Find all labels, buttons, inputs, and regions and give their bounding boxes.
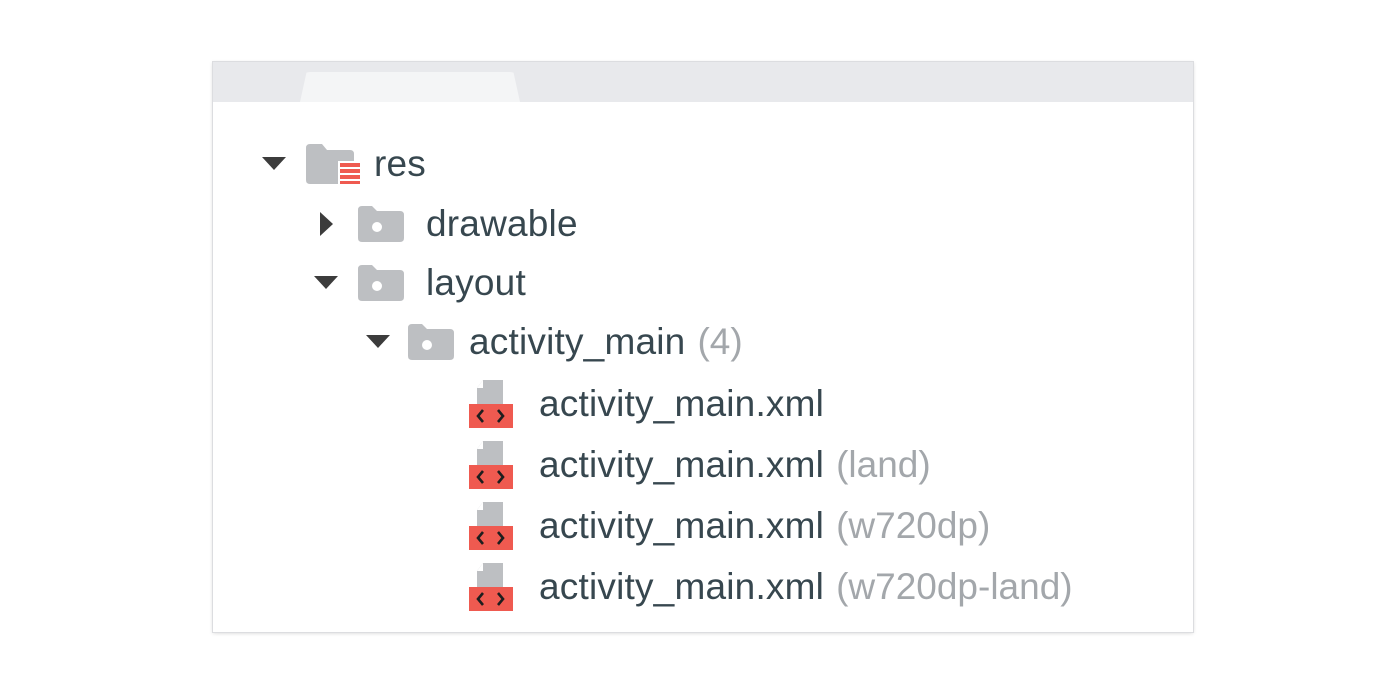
tree-item-label: activity_main: [469, 321, 686, 362]
tree-item-file[interactable]: activity_main.xml (w720dp-land): [469, 563, 1073, 611]
tree-item-file[interactable]: activity_main.xml: [469, 380, 836, 428]
tree-item-label: drawable: [426, 203, 578, 244]
xml-file-icon: [469, 502, 513, 550]
tree-item-label: layout: [426, 262, 526, 303]
file-qualifier: (land): [836, 444, 931, 485]
xml-file-icon: [469, 441, 513, 489]
xml-file-icon: [469, 380, 513, 428]
tree-item-label: activity_main.xml: [539, 566, 825, 607]
tree-item-activity-main[interactable]: activity_main (4): [366, 318, 743, 366]
expand-arrow-down-icon[interactable]: [366, 330, 390, 354]
expand-arrow-right-icon[interactable]: [314, 212, 338, 236]
file-qualifier: (w720dp): [836, 505, 991, 546]
tree-item-label: activity_main.xml: [539, 505, 825, 546]
tree-item-file[interactable]: activity_main.xml (w720dp): [469, 502, 990, 550]
tab-project[interactable]: [300, 72, 520, 102]
tree-item-label: activity_main.xml: [539, 383, 825, 424]
tree-item-label: res: [374, 143, 426, 184]
folder-icon: [358, 206, 404, 242]
file-qualifier: (w720dp-land): [836, 566, 1073, 607]
tab-bar: [213, 62, 1193, 102]
file-count-badge: (4): [697, 321, 743, 362]
folder-icon: [408, 324, 454, 360]
resource-folder-icon: [306, 144, 360, 184]
xml-file-icon: [469, 563, 513, 611]
tree-item-res[interactable]: res: [262, 140, 426, 188]
folder-icon: [358, 265, 404, 301]
tree-item-label: activity_main.xml: [539, 444, 825, 485]
tree-item-drawable[interactable]: drawable: [314, 200, 578, 248]
tree-item-file[interactable]: activity_main.xml (land): [469, 441, 931, 489]
expand-arrow-down-icon[interactable]: [262, 152, 286, 176]
expand-arrow-down-icon[interactable]: [314, 271, 338, 295]
tree-item-layout[interactable]: layout: [314, 259, 526, 307]
